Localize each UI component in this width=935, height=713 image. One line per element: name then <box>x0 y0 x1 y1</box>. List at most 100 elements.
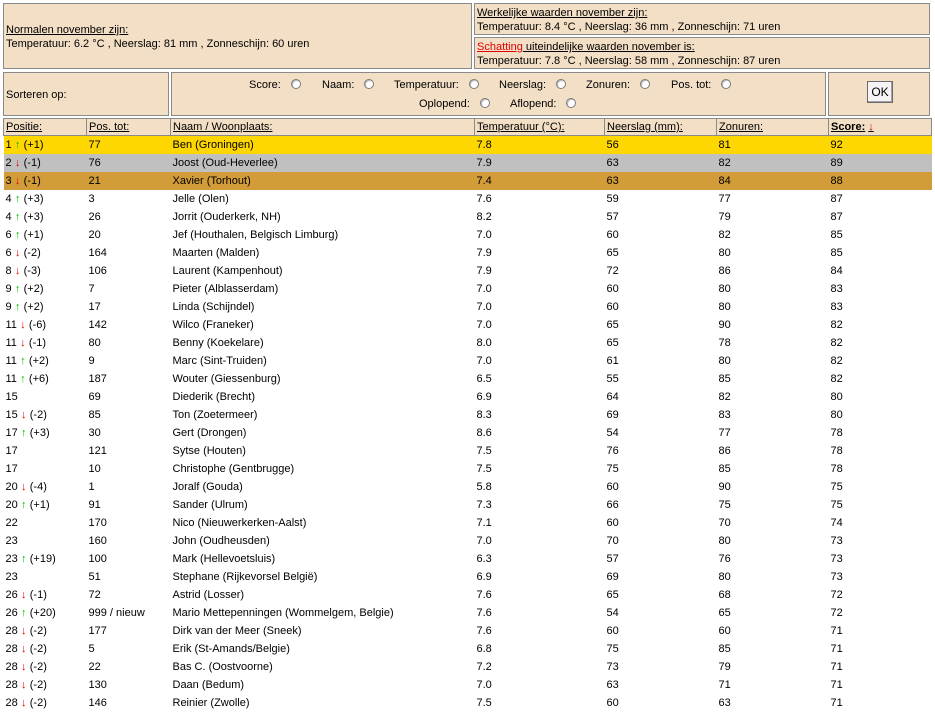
cell-score: 72 <box>830 589 843 601</box>
cell-sun: 71 <box>718 679 731 691</box>
table-row: 28 ↓ (-2) 22 Bas C. (Oostvoorne) 7.2 73 79 71 <box>4 658 932 676</box>
cell-position: 17 <box>4 442 87 460</box>
header-score[interactable]: Score: ↓ <box>828 118 932 136</box>
cell-rain: 65 <box>606 337 619 349</box>
cell-temperature: 7.0 <box>476 535 492 547</box>
cell-pos-tot: 77 <box>86 135 171 154</box>
cell-rain: 73 <box>606 661 619 673</box>
header-position[interactable]: Positie: <box>3 118 87 136</box>
position-value: 17 <box>5 427 18 439</box>
cell-name: Benny (Koekelare) <box>172 337 264 349</box>
cell-pos-tot: 20 <box>88 229 101 241</box>
cell-score: 83 <box>830 283 843 295</box>
cell-position: 23 <box>4 532 87 550</box>
position-value: 26 <box>5 607 18 619</box>
cell-name: Linda (Schijndel) <box>172 301 255 313</box>
cell-position: 4 ↑ (+3) <box>4 208 87 226</box>
cell-score: 88 <box>828 172 932 190</box>
position-change: (-2) <box>29 409 47 421</box>
cell-name: Pieter (Alblasserdam) <box>172 283 279 295</box>
cell-sun: 68 <box>718 589 731 601</box>
cell-score: 75 <box>830 499 843 511</box>
cell-sun: 84 <box>716 172 829 190</box>
cell-sun: 82 <box>718 391 731 403</box>
position-change: (+19) <box>29 553 56 565</box>
cell-sun: 80 <box>718 535 731 547</box>
sort-option-rain[interactable]: Neerslag: <box>499 79 567 91</box>
cell-pos-tot: 76 <box>86 154 171 172</box>
cell-pos-tot: 187 <box>88 373 107 385</box>
cell-rain: 65 <box>606 247 619 259</box>
cell-score: 85 <box>830 247 843 259</box>
sort-name-radio[interactable] <box>364 79 375 89</box>
position-value: 23 <box>5 535 18 547</box>
cell-name: Jef (Houthalen, Belgisch Limburg) <box>172 229 339 241</box>
cell-sun: 80 <box>718 283 731 295</box>
cell-rain: 63 <box>604 172 717 190</box>
cell-pos-tot: 999 / nieuw <box>88 607 145 619</box>
cell-rain: 55 <box>606 373 619 385</box>
cell-rain: 75 <box>606 463 619 475</box>
position-value: 15 <box>5 391 18 403</box>
cell-score: 73 <box>830 553 843 565</box>
arrow-down-icon: ↓ <box>21 661 27 673</box>
position-change: (-2) <box>29 661 47 673</box>
sort-option-name[interactable]: Naam: <box>322 79 375 91</box>
order-ascending[interactable]: Oplopend: <box>419 98 490 110</box>
header-pos-tot[interactable]: Pos. tot: <box>86 118 171 136</box>
cell-rain: 69 <box>606 571 619 583</box>
sort-pos-tot-radio[interactable] <box>721 79 732 89</box>
cell-temperature: 7.6 <box>476 589 492 601</box>
cell-pos-tot: 21 <box>86 172 171 190</box>
arrow-up-icon: ↑ <box>20 373 26 385</box>
position-change: (+2) <box>28 355 49 367</box>
arrow-up-icon: ↑ <box>14 283 21 295</box>
cell-score: 84 <box>830 265 843 277</box>
position-value: 11 <box>5 373 17 385</box>
table-header-row: Positie: Pos. tot: Naam / Woonplaats: Te… <box>3 118 932 136</box>
cell-rain: 57 <box>606 211 619 223</box>
position-value: 20 <box>5 499 18 511</box>
position-change: (-1) <box>23 175 41 187</box>
position-value: 3 <box>5 175 12 187</box>
position-change: (-4) <box>29 481 47 493</box>
sort-option-temperature[interactable]: Temperatuur: <box>394 79 479 91</box>
cell-score: 80 <box>830 391 843 403</box>
table-row: 20 ↓ (-4) 1 Joralf (Gouda) 5.8 60 90 75 <box>4 478 932 496</box>
ok-button[interactable]: OK <box>867 81 893 103</box>
sort-rain-radio[interactable] <box>556 79 567 89</box>
sort-option-name-label: Naam: <box>322 79 355 91</box>
sort-sun-radio[interactable] <box>640 79 651 89</box>
order-descending-radio[interactable] <box>566 98 577 108</box>
sort-score-radio[interactable] <box>290 79 301 89</box>
position-change: (-6) <box>28 319 47 331</box>
sort-option-pos-tot[interactable]: Pos. tot: <box>671 79 732 91</box>
header-rain[interactable]: Neerslag (mm): <box>604 118 717 136</box>
order-descending[interactable]: Aflopend: <box>510 98 577 110</box>
normals-panel: Normalen november zijn: Temperatuur: 6.2… <box>3 3 472 69</box>
cell-name: Jorrit (Ouderkerk, NH) <box>172 211 281 223</box>
sort-option-score[interactable]: Score: <box>249 79 301 91</box>
table-row: 15 69 Diederik (Brecht) 6.9 64 82 80 <box>4 388 932 406</box>
cell-score: 71 <box>830 643 843 655</box>
cell-temperature: 8.3 <box>476 409 492 421</box>
cell-name: Mario Mettepenningen (Wommelgem, Belgie) <box>172 607 394 619</box>
cell-pos-tot: 1 <box>88 481 95 493</box>
header-temperature[interactable]: Temperatuur (°C): <box>474 118 605 136</box>
cell-sun: 60 <box>718 625 731 637</box>
table-row: 26 ↓ (-1) 72 Astrid (Losser) 7.6 65 68 72 <box>4 586 932 604</box>
sort-option-pos-tot-label: Pos. tot: <box>671 79 712 91</box>
sort-temperature-radio[interactable] <box>468 79 479 89</box>
cell-position: 8 ↓ (-3) <box>4 262 87 280</box>
cell-rain: 60 <box>606 229 619 241</box>
header-name[interactable]: Naam / Woonplaats: <box>170 118 475 136</box>
order-ascending-radio[interactable] <box>479 98 490 108</box>
cell-rain: 70 <box>606 535 619 547</box>
cell-rain: 65 <box>606 589 619 601</box>
cell-temperature: 5.8 <box>476 481 492 493</box>
cell-position: 6 ↓ (-2) <box>4 244 87 262</box>
cell-score: 72 <box>830 607 843 619</box>
sort-option-sun[interactable]: Zonuren: <box>586 79 651 91</box>
header-sun[interactable]: Zonuren: <box>716 118 829 136</box>
table-row: 23 51 Stephane (Rijkevorsel België) 6.9 69 80… <box>4 568 932 586</box>
